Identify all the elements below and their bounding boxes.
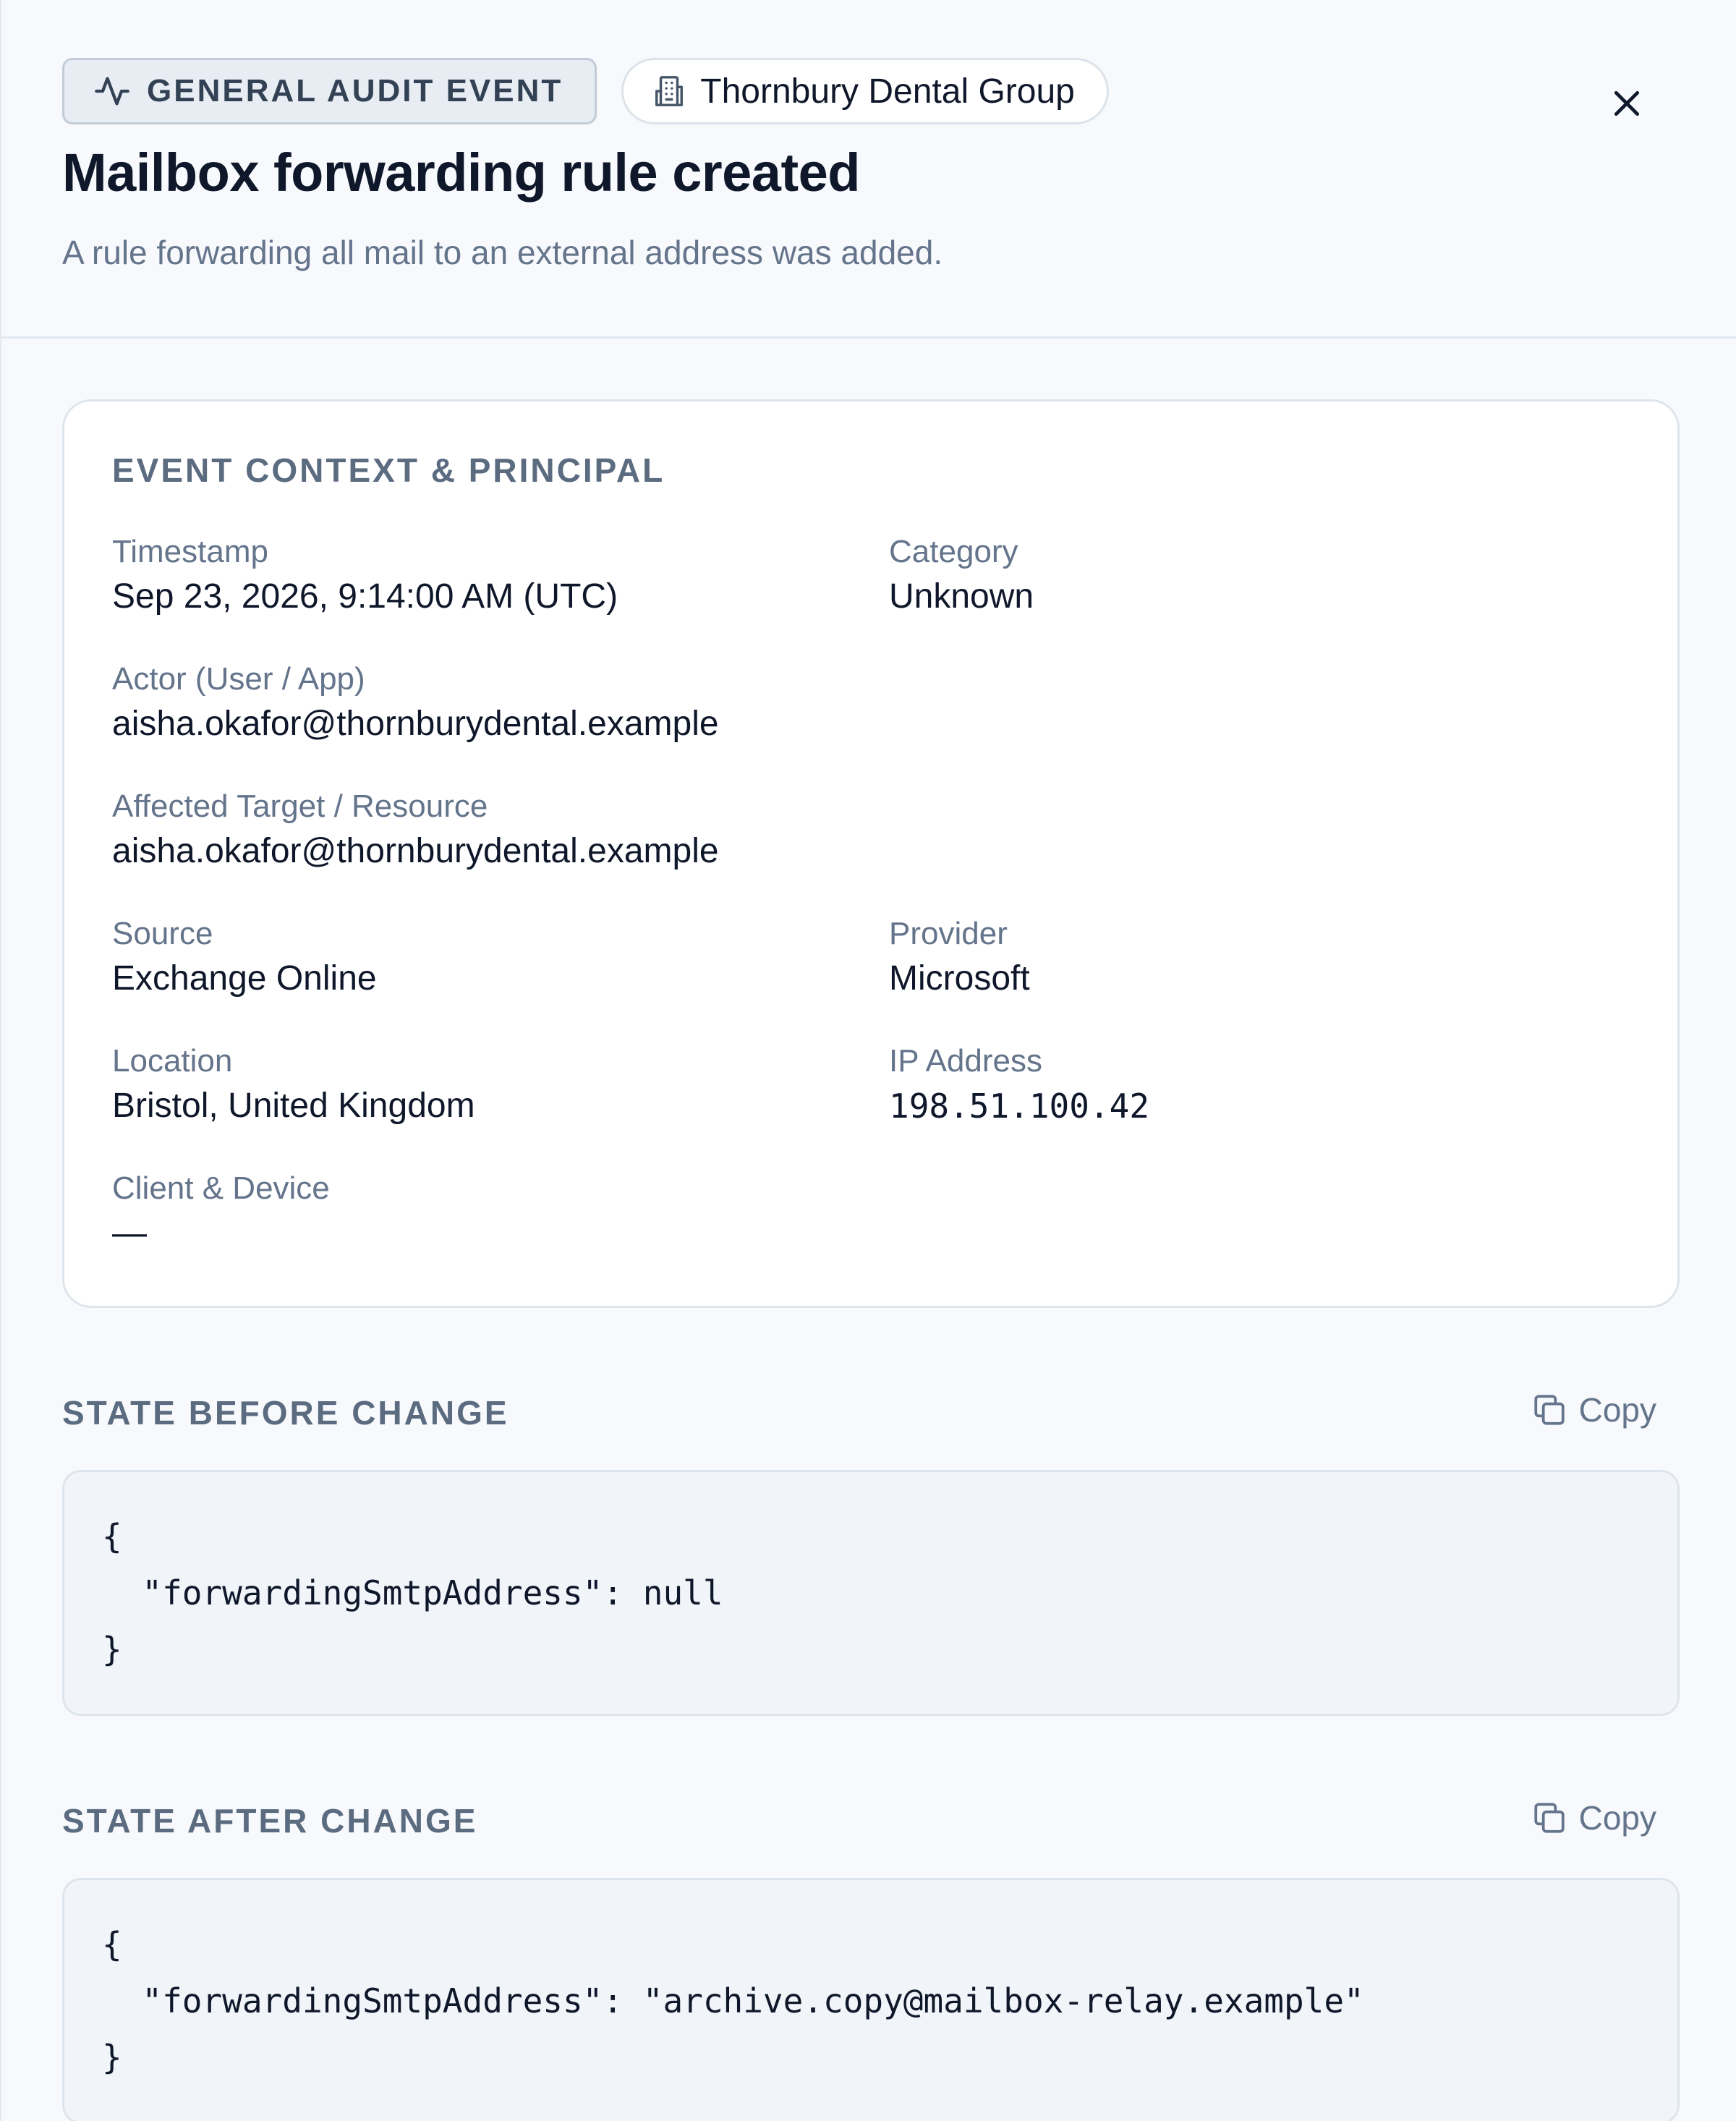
category-value: Unknown: [889, 577, 1034, 616]
event-description: A rule forwarding all mail to an externa…: [62, 234, 943, 271]
client-device-field: Client & Device —: [112, 1170, 330, 1255]
actor-field: Actor (User / App) aisha.okafor@thornbur…: [112, 660, 719, 746]
state-before-header: STATE BEFORE CHANGE Copy: [62, 1387, 1680, 1438]
copy-after-button[interactable]: Copy: [1531, 1798, 1656, 1837]
event-context-card: EVENT CONTEXT & PRINCIPAL Timestamp Sep …: [62, 399, 1680, 1308]
field-label: Category: [889, 534, 1018, 569]
provider-value: Microsoft: [889, 959, 1030, 998]
field-label: Actor (User / App): [112, 661, 365, 697]
location-field: Location Bristol, United Kingdom: [112, 1042, 475, 1128]
state-before-code: { "forwardingSmtpAddress": null }: [62, 1470, 1680, 1716]
ip-address-field: IP Address 198.51.100.42: [889, 1042, 1149, 1128]
provider-field: Provider Microsoft: [889, 915, 1030, 1000]
close-icon: [1614, 90, 1640, 116]
panel-header: GENERAL AUDIT EVENT Thornbury Dental Gro…: [1, 0, 1736, 339]
timestamp-field: Timestamp Sep 23, 2026, 9:14:00 AM (UTC): [112, 533, 618, 619]
building-icon: [655, 76, 684, 106]
timestamp-value: Sep 23, 2026, 9:14:00 AM (UTC): [112, 577, 618, 616]
field-label: Location: [112, 1043, 233, 1079]
copy-icon: [1533, 1395, 1565, 1425]
activity-icon: [95, 77, 129, 106]
state-after-title: STATE AFTER CHANGE: [62, 1802, 478, 1840]
copy-before-button[interactable]: Copy: [1531, 1390, 1656, 1429]
state-after-code: { "forwardingSmtpAddress": "archive.copy…: [62, 1878, 1680, 2121]
actor-value: aisha.okafor@thornburydental.example: [112, 705, 719, 743]
field-label: Source: [112, 916, 213, 951]
field-label: Client & Device: [112, 1170, 330, 1206]
target-field: Affected Target / Resource aisha.okafor@…: [112, 788, 719, 873]
field-label: Affected Target / Resource: [112, 789, 488, 824]
client-device-value: —: [112, 1214, 147, 1252]
audit-event-detail-panel: GENERAL AUDIT EVENT Thornbury Dental Gro…: [0, 0, 1736, 2121]
source-value: Exchange Online: [112, 959, 377, 998]
copy-label: Copy: [1578, 1799, 1656, 1837]
event-title: Mailbox forwarding rule created: [62, 143, 860, 203]
ip-address-value: 198.51.100.42: [889, 1087, 1150, 1126]
field-label: IP Address: [889, 1043, 1042, 1079]
close-button[interactable]: [1604, 81, 1649, 126]
category-field: Category Unknown: [889, 533, 1034, 619]
header-badges: GENERAL AUDIT EVENT Thornbury Dental Gro…: [62, 58, 1109, 124]
field-label: Provider: [889, 916, 1008, 951]
source-field: Source Exchange Online: [112, 915, 377, 1000]
organization-badge: Thornbury Dental Group: [621, 58, 1109, 124]
copy-label: Copy: [1578, 1391, 1656, 1429]
copy-icon: [1533, 1803, 1565, 1833]
state-after-header: STATE AFTER CHANGE Copy: [62, 1795, 1680, 1846]
context-section-title: EVENT CONTEXT & PRINCIPAL: [112, 451, 665, 489]
target-value: aisha.okafor@thornburydental.example: [112, 832, 719, 870]
organization-name: Thornbury Dental Group: [700, 72, 1075, 111]
event-type-label: GENERAL AUDIT EVENT: [147, 73, 563, 109]
location-value: Bristol, United Kingdom: [112, 1087, 475, 1125]
state-before-title: STATE BEFORE CHANGE: [62, 1394, 509, 1432]
field-label: Timestamp: [112, 534, 268, 569]
event-type-badge: GENERAL AUDIT EVENT: [62, 58, 597, 124]
